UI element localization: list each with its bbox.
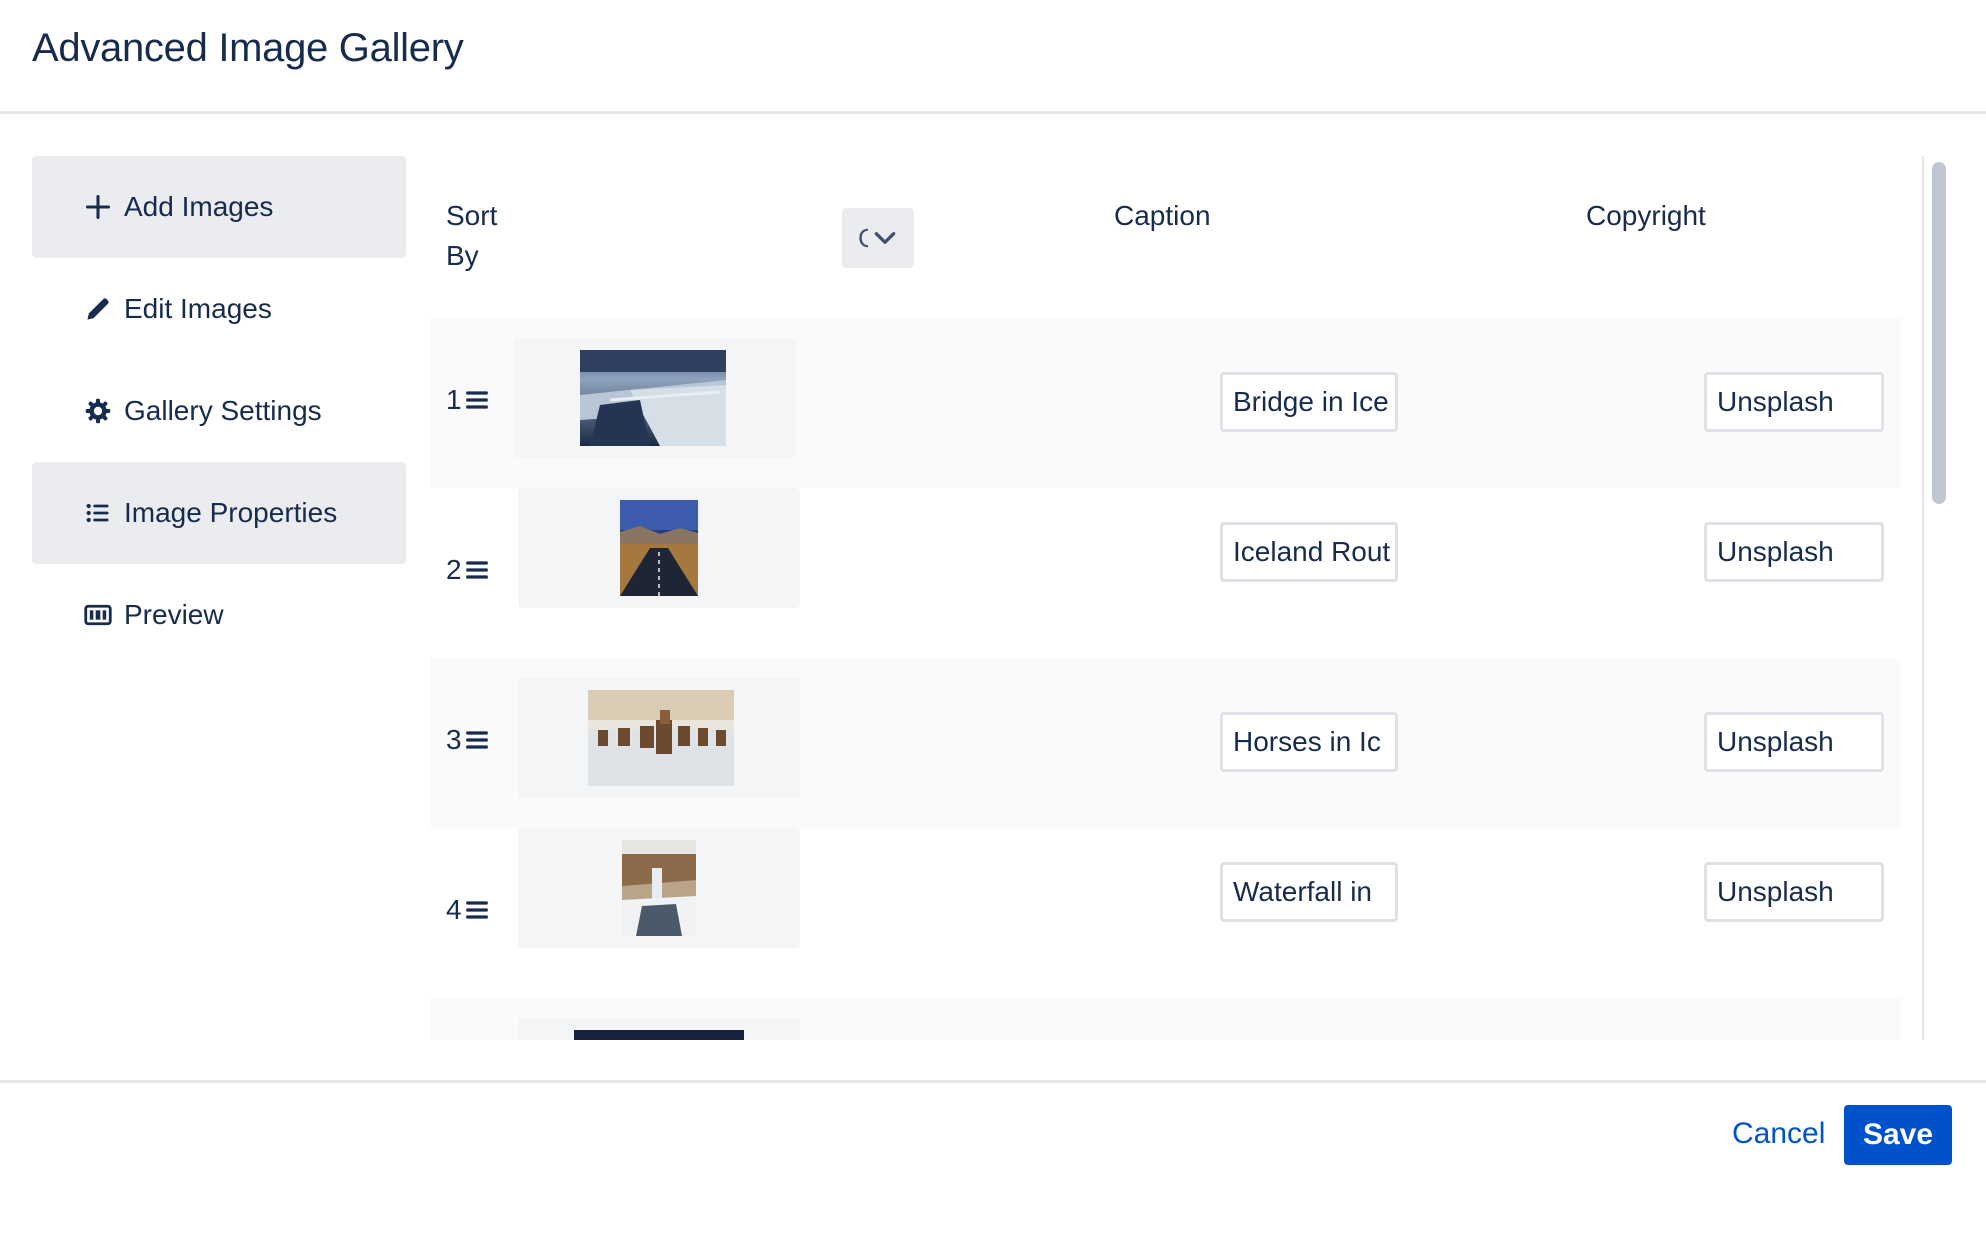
row-drag-handle[interactable]: 3 (446, 724, 490, 756)
thumbnail-frame (518, 828, 800, 948)
sidebar-item-add-images[interactable]: Add Images (32, 156, 406, 258)
thumbnail-frame (518, 1018, 800, 1040)
row-drag-handle[interactable]: 2 (446, 554, 490, 586)
table-row: 4 Waterfall in Unsplash (430, 828, 1900, 998)
horses-thumbnail[interactable] (588, 690, 734, 786)
caption-column-header: Caption (1114, 200, 1211, 231)
table-row (430, 998, 1900, 1040)
copyright-input[interactable]: Unsplash (1704, 372, 1884, 432)
caption-input[interactable]: Horses in Ic (1220, 712, 1398, 772)
row-number: 2 (446, 554, 462, 585)
caption-input[interactable]: Waterfall in (1220, 862, 1398, 922)
thumbnail-frame (518, 678, 800, 798)
sidebar-item-label: Preview (124, 599, 224, 630)
page-title: Advanced Image Gallery (32, 26, 464, 70)
table-row: 1 Bridge in Ice Unsplash (430, 318, 1900, 488)
copyright-input[interactable]: Unsplash (1704, 522, 1884, 582)
waterfall-thumbnail[interactable] (622, 840, 696, 936)
chevron-down-icon (874, 232, 896, 244)
sidebar: Add Images Edit Images Gallery Settings … (32, 156, 406, 666)
pencil-icon (84, 295, 112, 323)
sidebar-item-label: Add Images (124, 191, 274, 222)
dialog-footer: Cancel Save (0, 1080, 1986, 1260)
sidebar-item-edit-images[interactable]: Edit Images (32, 258, 406, 360)
night-thumbnail[interactable] (574, 1030, 744, 1040)
scrollbar-thumb[interactable] (1932, 162, 1946, 504)
table-row: 2 Iceland Rout Unsplash (430, 488, 1900, 658)
sidebar-item-image-properties[interactable]: Image Properties (32, 462, 406, 564)
sidebar-item-label: Gallery Settings (124, 395, 322, 426)
copyright-input[interactable]: Unsplash (1704, 712, 1884, 772)
road-thumbnail[interactable] (620, 500, 698, 596)
sidebar-item-gallery-settings[interactable]: Gallery Settings (32, 360, 406, 462)
row-number: 4 (446, 894, 462, 925)
plus-icon (84, 193, 112, 221)
save-button[interactable]: Save (1844, 1105, 1952, 1165)
copyright-column-header: Copyright (1586, 200, 1706, 231)
table-row: 3 Horses in Ic Unsplash (430, 658, 1900, 828)
sort-by-label: Sort By (446, 200, 498, 271)
sidebar-item-label: Edit Images (124, 293, 272, 324)
image-properties-panel: Sort By C Caption Copyright 1 Bridge in … (430, 156, 1920, 1040)
sidebar-item-preview[interactable]: Preview (32, 564, 406, 666)
row-drag-handle[interactable]: 1 (446, 384, 490, 416)
sidebar-item-label: Image Properties (124, 497, 338, 528)
sort-button-text: C (858, 222, 868, 253)
scrollbar[interactable] (1922, 156, 1948, 1040)
row-drag-handle[interactable]: 4 (446, 894, 490, 926)
thumbnail-frame (514, 338, 796, 458)
copyright-input[interactable]: Unsplash (1704, 862, 1884, 922)
drag-handle-icon (465, 901, 488, 919)
drag-handle-icon (465, 561, 488, 579)
thumbnail-frame (518, 488, 800, 608)
caption-input[interactable]: Iceland Rout (1220, 522, 1398, 582)
preview-icon (84, 601, 112, 629)
row-number: 3 (446, 724, 462, 755)
drag-handle-icon (465, 391, 488, 409)
sort-dropdown-button[interactable]: C (842, 208, 914, 268)
caption-input[interactable]: Bridge in Ice (1220, 372, 1398, 432)
list-icon (84, 499, 112, 527)
bridge-ice-thumbnail[interactable] (580, 350, 726, 446)
gallery-dialog: Advanced Image Gallery Add Images Edit I… (0, 0, 1986, 1260)
row-number: 1 (446, 384, 462, 415)
gear-icon (84, 397, 112, 425)
cancel-button[interactable]: Cancel (1718, 1105, 1839, 1163)
dialog-header: Advanced Image Gallery (0, 0, 1986, 114)
drag-handle-icon (465, 731, 488, 749)
